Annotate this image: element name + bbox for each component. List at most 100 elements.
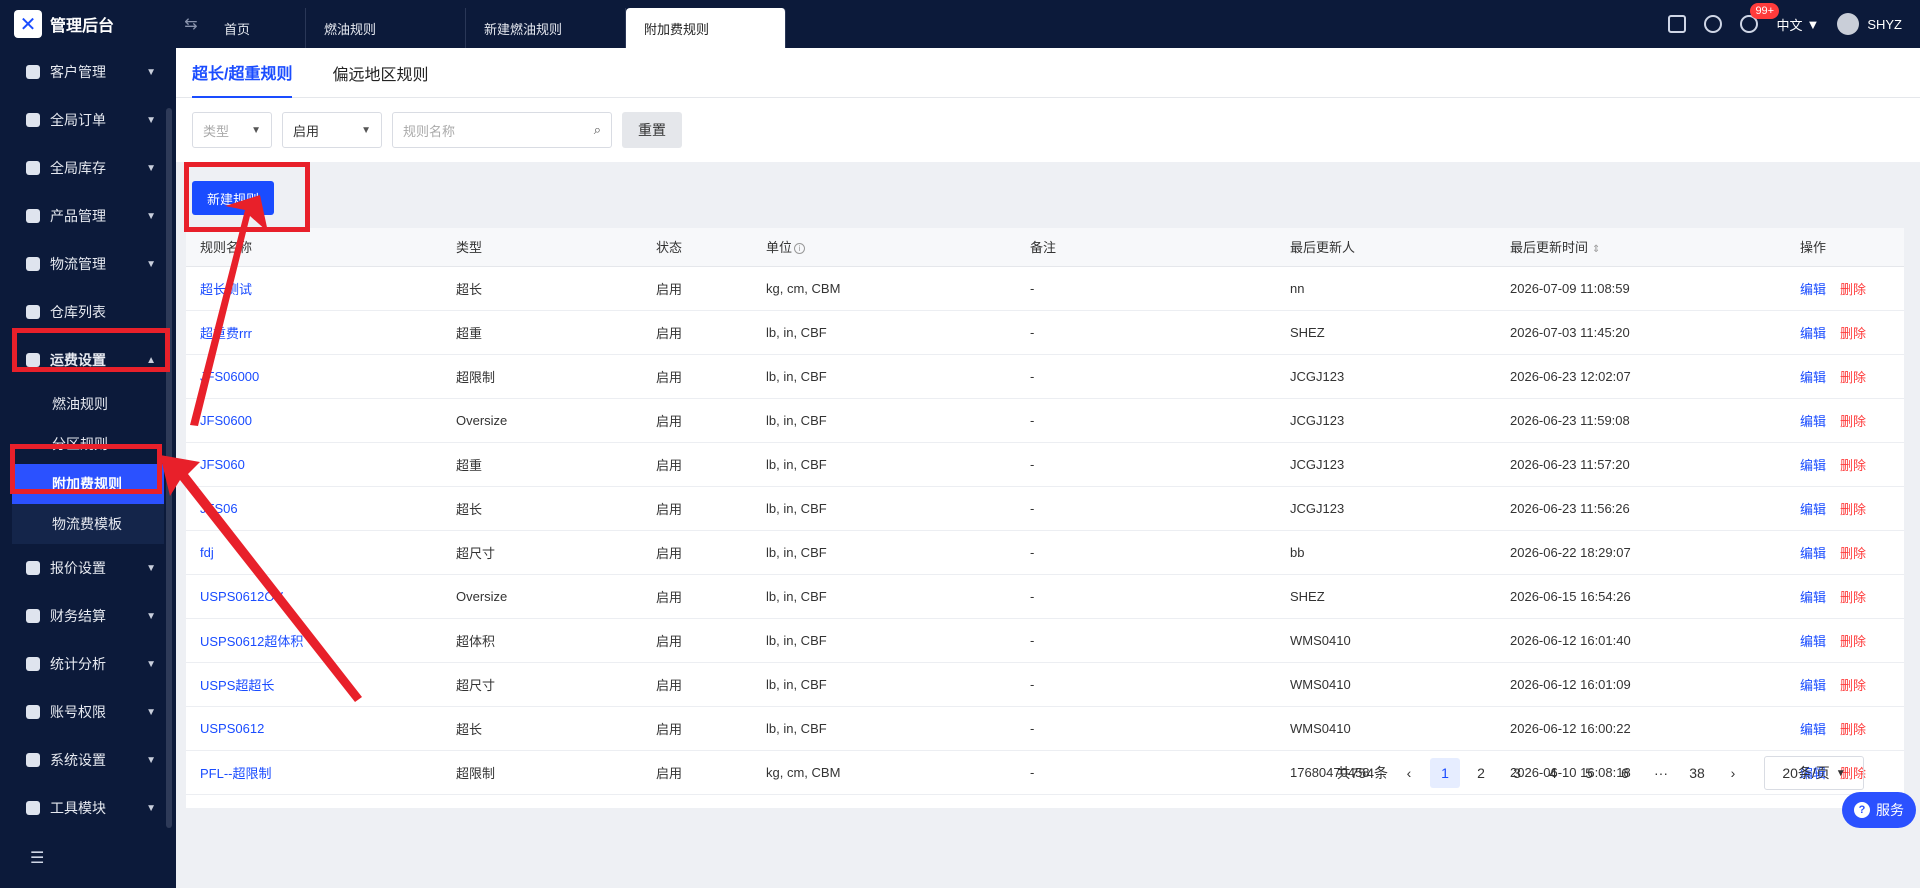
brand[interactable]: ✕ 管理后台 xyxy=(0,0,176,48)
page-1[interactable]: 1 xyxy=(1430,758,1460,788)
delete-link[interactable]: 删除 xyxy=(1840,634,1866,649)
table-row[interactable]: 超长测试 超长 启用 kg, cm, CBM - nn 2026-07-09 11:08:5… xyxy=(186,266,1904,311)
notification-bell[interactable]: 99+ xyxy=(1740,3,1780,33)
table-row[interactable]: USPS0612 超长 启用 lb, in, CBF - WMS0410 2026-06-1… xyxy=(186,706,1904,751)
edit-link[interactable]: 编辑 xyxy=(1800,722,1826,737)
language-select[interactable]: 中文 ▼ xyxy=(1776,15,1819,34)
tab-home[interactable]: 首页 xyxy=(206,8,306,48)
reset-button[interactable]: 重置 xyxy=(622,112,682,148)
page-2[interactable]: 2 xyxy=(1466,758,1496,788)
delete-link[interactable]: 删除 xyxy=(1840,458,1866,473)
tab-remote-area[interactable]: 偏远地区规则 xyxy=(332,48,428,98)
table-row[interactable]: JFS06000 超限制 启用 lb, in, CBF - JCGJ123 2026-06-… xyxy=(186,354,1904,399)
prev-page-icon[interactable]: ‹ xyxy=(1394,758,1424,788)
edit-link[interactable]: 编辑 xyxy=(1800,282,1826,297)
service-button[interactable]: ? 服务 xyxy=(1842,792,1916,828)
edit-link[interactable]: 编辑 xyxy=(1800,370,1826,385)
rule-name-link[interactable]: USPS0612超体积 xyxy=(186,618,442,663)
edit-link[interactable]: 编辑 xyxy=(1800,458,1826,473)
tab-new-fuel-rule[interactable]: 新建燃油规则 xyxy=(466,8,626,48)
rule-name-link[interactable]: JFS06 xyxy=(186,486,442,531)
download-icon[interactable] xyxy=(1704,15,1723,33)
sidebar-item-inventory[interactable]: 全局库存 ▼ xyxy=(0,144,176,192)
rule-name-link[interactable]: USPS超超长 xyxy=(186,662,442,707)
page-5[interactable]: 5 xyxy=(1574,758,1604,788)
rule-updated-by: WMS0410 xyxy=(1276,662,1496,707)
delete-link[interactable]: 删除 xyxy=(1840,546,1866,561)
sidebar-item-products[interactable]: 产品管理 ▼ xyxy=(0,192,176,240)
page-3[interactable]: 3 xyxy=(1502,758,1532,788)
table-row[interactable]: 超重费rrr 超重 启用 lb, in, CBF - SHEZ 2026-07-03 11:… xyxy=(186,310,1904,355)
sidebar-scrollbar[interactable] xyxy=(166,108,172,828)
col-updated-time[interactable]: 最后更新时间 xyxy=(1496,228,1786,267)
sidebar-item-quotes[interactable]: 报价设置 ▼ xyxy=(0,544,176,592)
rule-name-link[interactable]: USPS0612 xyxy=(186,706,442,751)
delete-link[interactable]: 删除 xyxy=(1840,414,1866,429)
table-row[interactable]: USPS0612OV Oversize 启用 lb, in, CBF - SHEZ 2026… xyxy=(186,574,1904,619)
edit-link[interactable]: 编辑 xyxy=(1800,502,1826,517)
sidebar-subitem-logistics-template[interactable]: 物流费模板 xyxy=(12,504,164,544)
tab-oversize-overweight[interactable]: 超长/超重规则 xyxy=(192,48,293,98)
search-icon[interactable]: ⌕ xyxy=(594,122,601,138)
sidebar-item-tools[interactable]: 工具模块 ▼ xyxy=(0,784,176,832)
delete-link[interactable]: 删除 xyxy=(1840,326,1866,341)
sidebar-item-label: 客户管理 xyxy=(50,64,106,80)
rule-updated-by: nn xyxy=(1276,266,1496,311)
rule-name-link[interactable]: 超重费rrr xyxy=(186,310,442,355)
rule-name-link[interactable]: JFS06000 xyxy=(186,354,442,399)
rule-name-link[interactable]: PFL--超限制 xyxy=(186,750,442,795)
table-row[interactable]: USPS超超长 超尺寸 启用 lb, in, CBF - WMS0410 2026-06-1… xyxy=(186,662,1904,707)
rule-name-link[interactable]: JFS0600 xyxy=(186,398,442,443)
delete-link[interactable]: 删除 xyxy=(1840,678,1866,693)
rule-name-link[interactable]: 超长测试 xyxy=(186,266,442,311)
page-38[interactable]: 38 xyxy=(1682,758,1712,788)
table-row[interactable]: USPS0612超体积 超体积 启用 lb, in, CBF - WMS0410 2026-… xyxy=(186,618,1904,663)
edit-link[interactable]: 编辑 xyxy=(1800,634,1826,649)
delete-link[interactable]: 删除 xyxy=(1840,502,1866,517)
sidebar-item-orders[interactable]: 全局订单 ▼ xyxy=(0,96,176,144)
next-page-icon[interactable]: › xyxy=(1718,758,1748,788)
page-4[interactable]: 4 xyxy=(1538,758,1568,788)
edit-link[interactable]: 编辑 xyxy=(1800,414,1826,429)
rule-name-link[interactable]: USPS0612OV xyxy=(186,574,442,619)
delete-link[interactable]: 删除 xyxy=(1840,722,1866,737)
table-row[interactable]: fdj 超尺寸 启用 lb, in, CBF - bb 2026-06-22 18:29:0… xyxy=(186,530,1904,575)
sidebar-item-customers[interactable]: 客户管理 ▼ xyxy=(0,48,176,96)
table-row[interactable]: JFS060 超重 启用 lb, in, CBF - JCGJ123 2026-06-23 … xyxy=(186,442,1904,487)
edit-link[interactable]: 编辑 xyxy=(1800,590,1826,605)
sidebar-item-logistics[interactable]: 物流管理 ▼ xyxy=(0,240,176,288)
edit-link[interactable]: 编辑 xyxy=(1800,326,1826,341)
sidebar-item-accounts[interactable]: 账号权限 ▼ xyxy=(0,688,176,736)
delete-link[interactable]: 删除 xyxy=(1840,282,1866,297)
rule-note: - xyxy=(1016,354,1276,399)
inbox-icon[interactable] xyxy=(1668,15,1687,33)
rule-type: 超重 xyxy=(442,442,642,487)
type-select[interactable]: 类型 ▼ xyxy=(192,112,272,148)
user-menu[interactable]: SHYZ xyxy=(1837,13,1902,35)
delete-link[interactable]: 删除 xyxy=(1840,370,1866,385)
table-row[interactable]: JFS0600 Oversize 启用 lb, in, CBF - JCGJ123 2026… xyxy=(186,398,1904,443)
chevron-down-icon: ▼ xyxy=(146,754,156,766)
sidebar-subitem-fuel-rules[interactable]: 燃油规则 xyxy=(0,384,176,424)
delete-link[interactable]: 删除 xyxy=(1840,590,1866,605)
info-icon[interactable]: i xyxy=(794,243,806,255)
table-row[interactable]: JFS06 超长 启用 lb, in, CBF - JCGJ123 2026-06-23 1… xyxy=(186,486,1904,531)
rule-name-link[interactable]: fdj xyxy=(186,530,442,575)
page-6[interactable]: 6 xyxy=(1610,758,1640,788)
tab-surcharge-rules[interactable]: 附加费规则 xyxy=(626,8,786,48)
rule-name-search-input[interactable]: 规则名称 ⌕ xyxy=(392,112,612,148)
page-size-select[interactable]: 20条/页 ▼ xyxy=(1764,756,1864,790)
edit-link[interactable]: 编辑 xyxy=(1800,678,1826,693)
status-select[interactable]: 启用 ▼ xyxy=(282,112,382,148)
switch-icon[interactable]: ⇆ xyxy=(176,14,206,34)
edit-link[interactable]: 编辑 xyxy=(1800,546,1826,561)
page-ellipsis[interactable]: ··· xyxy=(1646,758,1676,788)
menu-fold-icon[interactable]: ☰ xyxy=(30,848,44,868)
sidebar-item-finance[interactable]: 财务结算 ▼ xyxy=(0,592,176,640)
page-tabs: 首页 燃油规则 新建燃油规则 附加费规则 xyxy=(206,0,786,48)
rule-name-link[interactable]: JFS060 xyxy=(186,442,442,487)
service-label: 服务 xyxy=(1876,802,1904,818)
sidebar-item-statistics[interactable]: 统计分析 ▼ xyxy=(0,640,176,688)
tab-fuel-rules[interactable]: 燃油规则 xyxy=(306,8,466,48)
sidebar-item-system[interactable]: 系统设置 ▼ xyxy=(0,736,176,784)
